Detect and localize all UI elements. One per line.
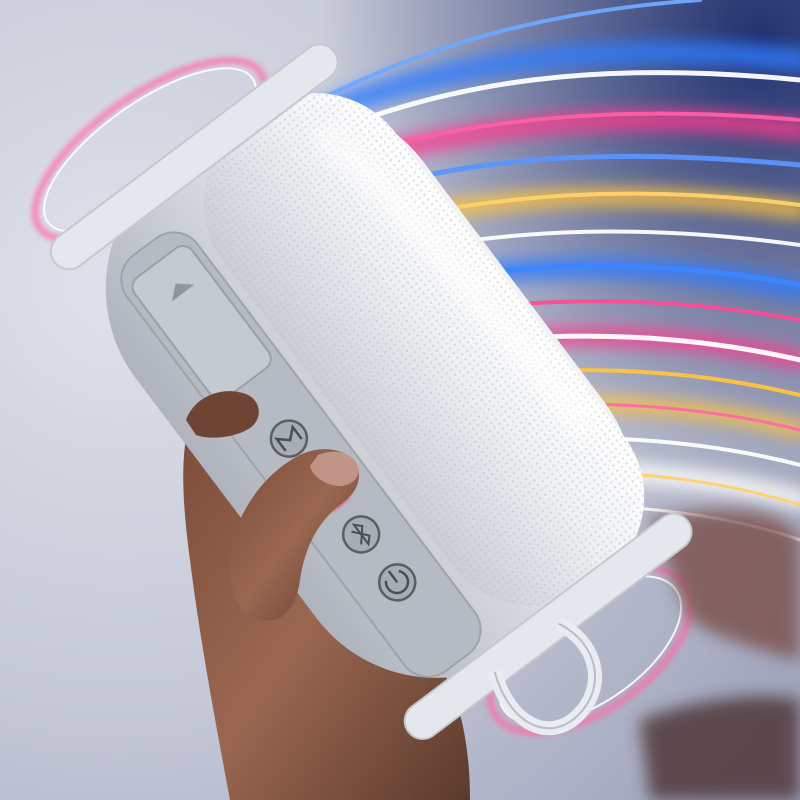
photo-illustration [0, 0, 800, 800]
product-photo [0, 0, 800, 800]
